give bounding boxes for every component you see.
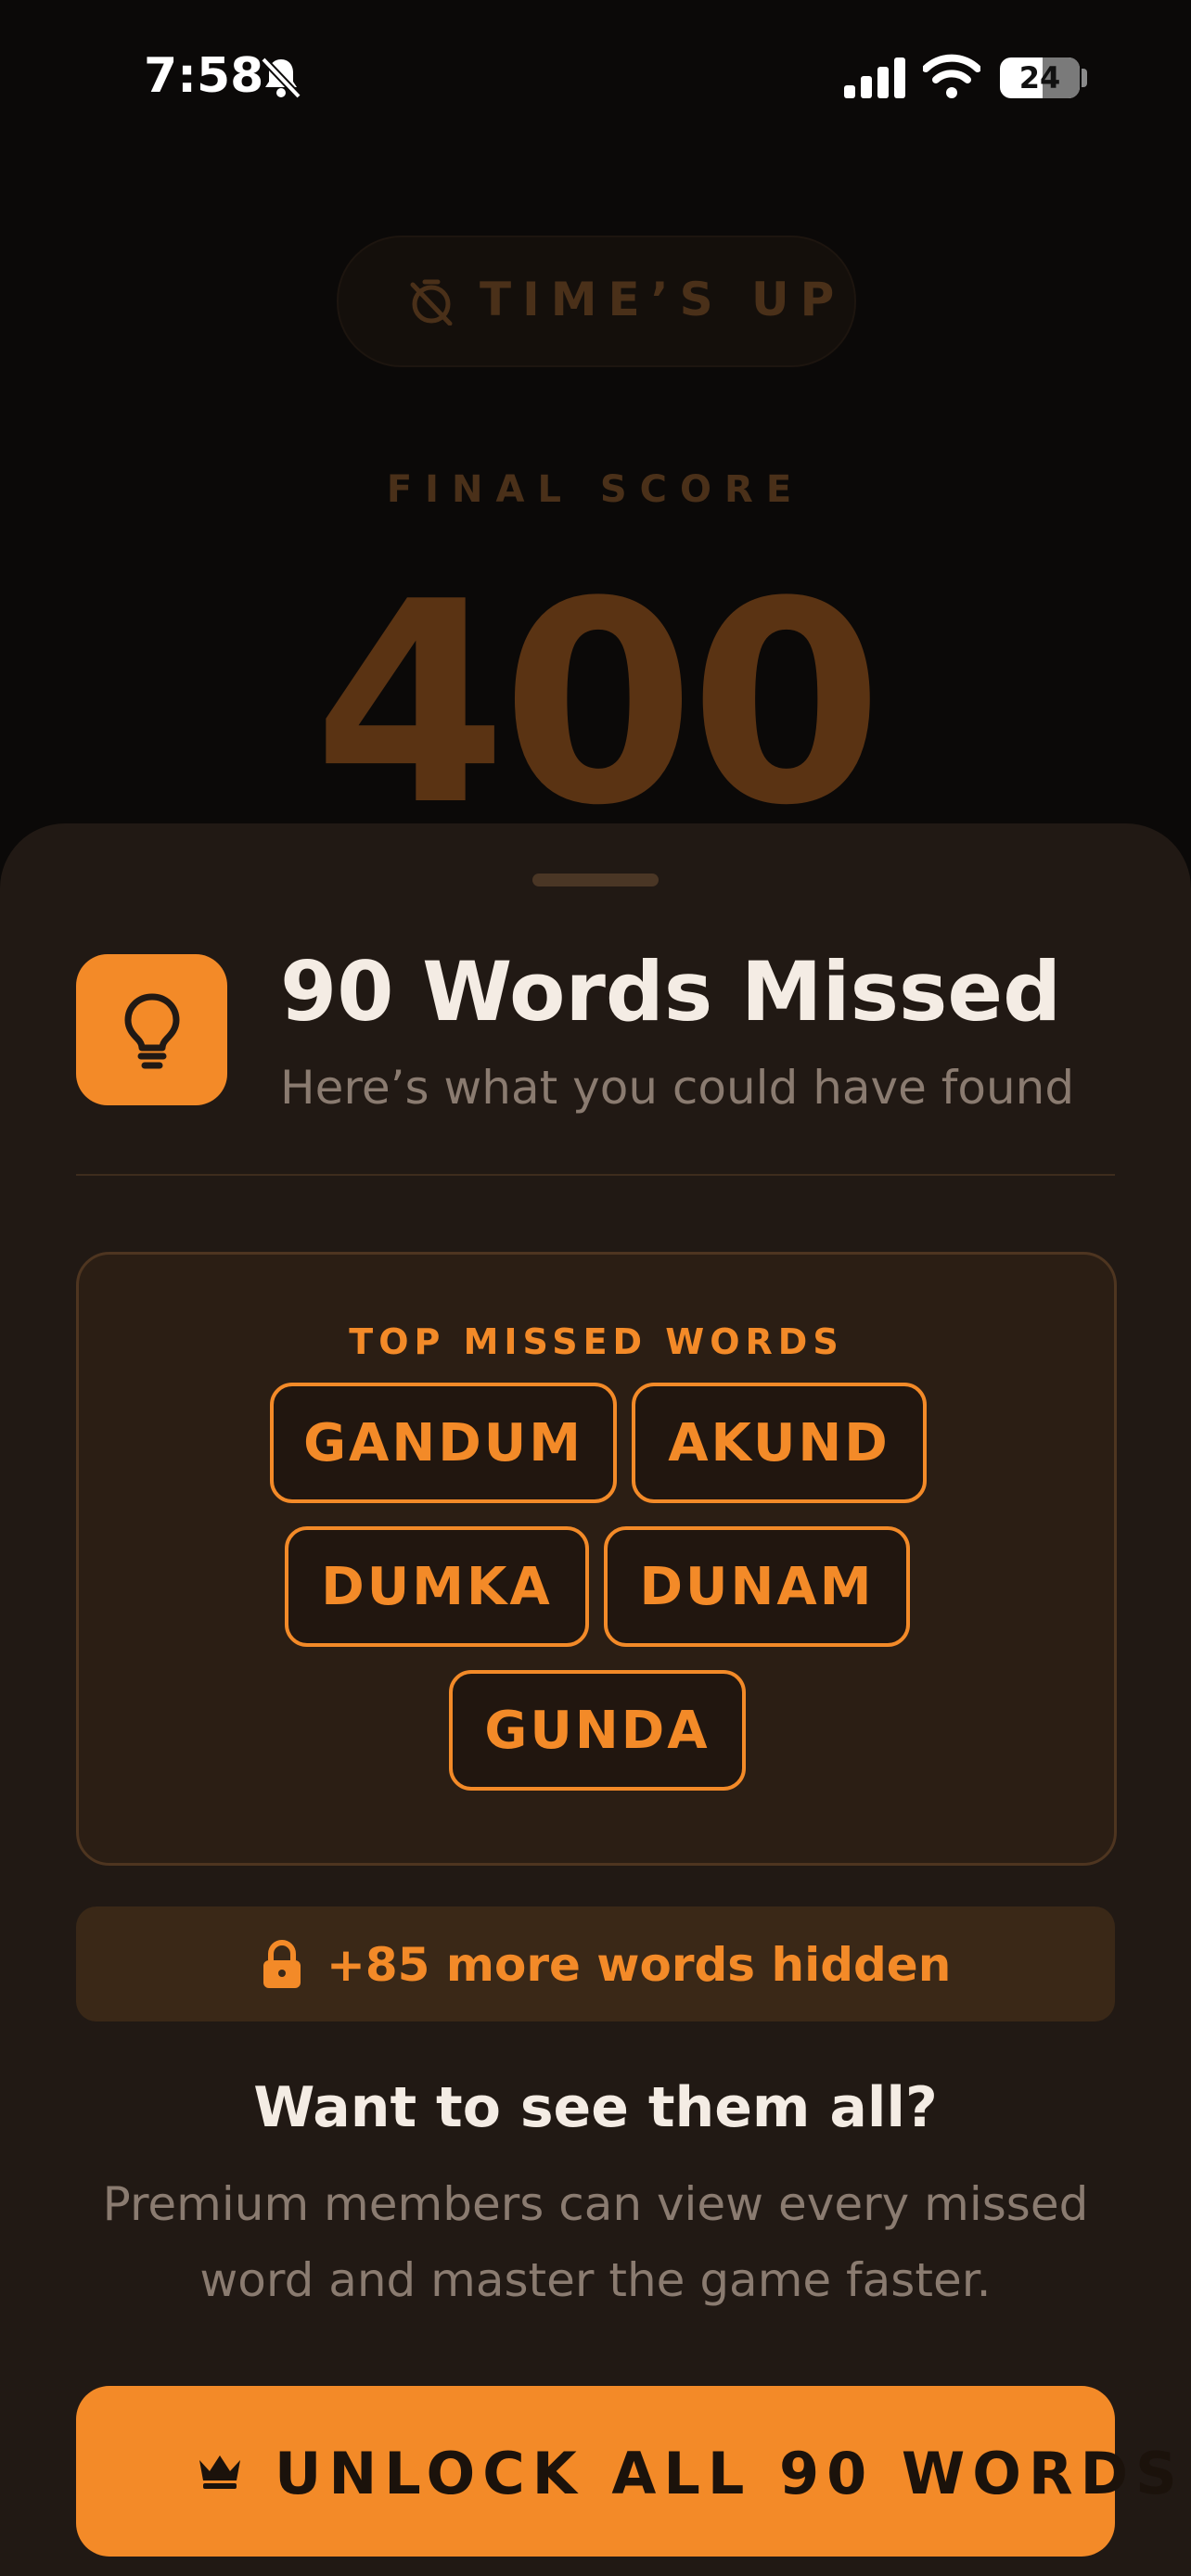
hidden-words-notice[interactable]: +85 more words hidden [76, 1906, 1115, 2021]
times-up-badge: TIME’S UP [337, 236, 856, 367]
missed-word-chip[interactable]: GANDUM [270, 1383, 617, 1503]
missed-word-chip[interactable]: GUNDA [449, 1670, 746, 1791]
lightbulb-icon [124, 993, 180, 1069]
lightbulb-badge [76, 954, 227, 1105]
cellular-signal-icon [844, 57, 905, 102]
lock-icon [263, 1940, 301, 1988]
bell-slash-icon [258, 54, 304, 100]
missed-word-chip[interactable]: AKUND [632, 1383, 927, 1503]
status-bar: 7:58 24 [0, 0, 1191, 158]
status-time: 7:58 [144, 48, 264, 104]
final-score-value: 400 [313, 542, 883, 866]
hidden-words-text: +85 more words hidden [327, 1938, 952, 1992]
wifi-icon [922, 54, 981, 102]
top-missed-words-title: TOP MISSED WORDS [349, 1321, 844, 1362]
timer-off-icon [410, 279, 453, 325]
missed-word-chip[interactable]: DUNAM [604, 1526, 910, 1647]
sheet-drag-handle[interactable] [532, 874, 659, 886]
premium-prompt-title: Want to see them all? [253, 2075, 938, 2140]
final-score-label: FINAL SCORE [386, 468, 805, 511]
battery-icon: 24 [1000, 57, 1080, 98]
top-missed-words-card: TOP MISSED WORDS GANDUM AKUND DUMKA DUNA… [76, 1252, 1117, 1866]
divider [76, 1174, 1115, 1176]
missed-word-chip[interactable]: DUMKA [285, 1526, 589, 1647]
sheet-subtitle: Here’s what you could have found [280, 1061, 1075, 1115]
crown-icon [199, 2455, 240, 2489]
battery-level: 24 [1018, 60, 1061, 96]
unlock-all-words-button[interactable]: UNLOCK ALL 90 WORDS [76, 2386, 1177, 2557]
missed-words-sheet: 90 Words Missed Here’s what you could ha… [0, 823, 1191, 2576]
times-up-label: TIME’S UP [480, 273, 846, 326]
premium-prompt-body: Premium members can view every missed wo… [102, 2177, 1089, 2307]
sheet-title: 90 Words Missed [280, 944, 1062, 1039]
unlock-button-label: UNLOCK ALL 90 WORDS [275, 2440, 1185, 2507]
